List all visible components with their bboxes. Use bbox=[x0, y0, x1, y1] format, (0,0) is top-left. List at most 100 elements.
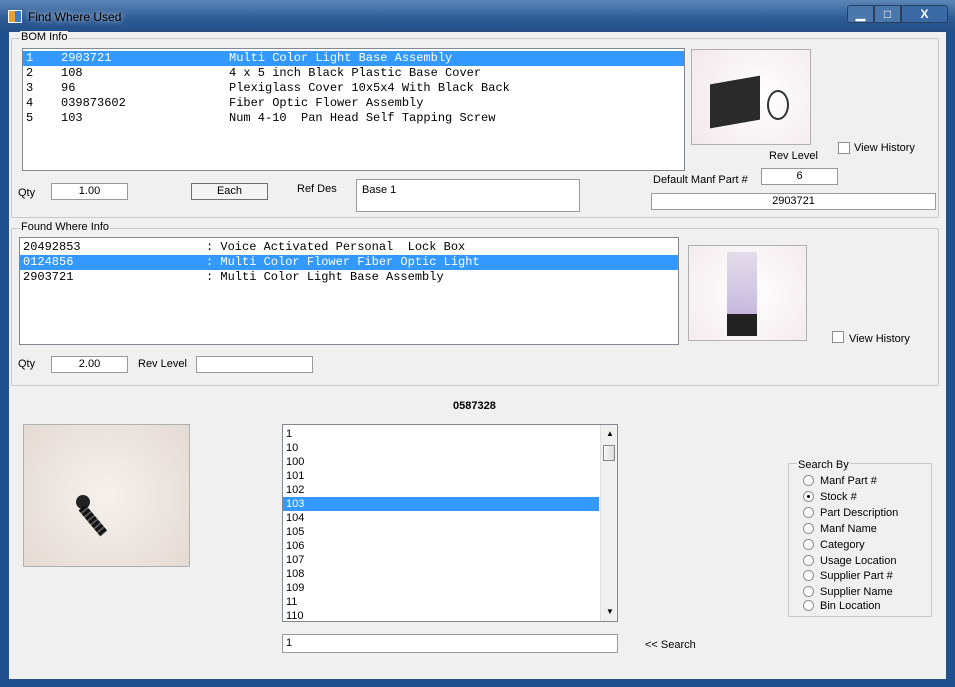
bom-list[interactable]: 1 2903721 Multi Color Light Base Assembly 2… bbox=[22, 48, 685, 171]
bom-cell-n: 1 bbox=[26, 51, 34, 65]
found-where-list[interactable]: 20492853 : Voice Activated Personal Lock … bbox=[19, 237, 679, 345]
search-by-option-label[interactable]: Manf Name bbox=[820, 523, 877, 535]
search-by-radio[interactable] bbox=[803, 507, 814, 518]
found-rev-label: Rev Level bbox=[138, 358, 187, 370]
stock-list-item[interactable]: 100 bbox=[283, 455, 599, 469]
found-row[interactable]: 2903721 : Multi Color Light Base Assembly bbox=[20, 270, 678, 285]
app-icon bbox=[8, 10, 22, 23]
search-by-label: Search By bbox=[797, 459, 850, 471]
search-by-radio[interactable] bbox=[803, 586, 814, 597]
search-by-option-label[interactable]: Bin Location bbox=[820, 600, 881, 612]
stock-list-item[interactable]: 105 bbox=[283, 525, 599, 539]
search-by-radio[interactable] bbox=[803, 523, 814, 534]
stock-list-item[interactable]: 104 bbox=[283, 511, 599, 525]
bom-cell-stock: 103 bbox=[61, 111, 83, 125]
found-cell-desc: : Multi Color Light Base Assembly bbox=[206, 270, 444, 284]
bom-qty-label: Qty bbox=[18, 187, 36, 199]
bom-cell-n: 2 bbox=[26, 66, 34, 80]
stock-list-item[interactable]: 109 bbox=[283, 581, 599, 595]
search-by-radio[interactable] bbox=[803, 491, 814, 502]
search-by-radio[interactable] bbox=[803, 570, 814, 581]
scroll-up-icon[interactable]: ▲ bbox=[606, 429, 614, 438]
stock-list-item[interactable]: 110 bbox=[283, 609, 599, 621]
bom-row[interactable]: 1 2903721 Multi Color Light Base Assembly bbox=[23, 51, 684, 66]
found-qty-label: Qty bbox=[18, 358, 36, 370]
found-view-history-label: View History bbox=[849, 333, 910, 345]
ref-des-field[interactable]: Base 1 bbox=[356, 179, 580, 212]
rev-level-field[interactable]: 6 bbox=[761, 168, 838, 185]
bom-cell-stock: 96 bbox=[61, 81, 76, 95]
bom-cell-n: 5 bbox=[26, 111, 34, 125]
scrollbar[interactable]: ▲ ▼ bbox=[600, 425, 617, 621]
scroll-thumb[interactable] bbox=[603, 445, 615, 461]
bom-view-history-label: View History bbox=[854, 142, 915, 154]
bom-cell-stock: 039873602 bbox=[61, 96, 126, 110]
flower-light-image bbox=[688, 245, 807, 341]
close-button[interactable]: X bbox=[901, 5, 948, 23]
stock-list-item[interactable]: 103 bbox=[283, 497, 599, 511]
bom-cell-n: 3 bbox=[26, 81, 34, 95]
bom-cell-desc: Multi Color Light Base Assembly bbox=[229, 51, 453, 65]
search-input[interactable]: 1 bbox=[282, 634, 618, 653]
bom-cell-stock: 108 bbox=[61, 66, 83, 80]
bom-cell-n: 4 bbox=[26, 96, 34, 110]
scroll-down-icon[interactable]: ▼ bbox=[606, 607, 614, 616]
bom-qty-field[interactable]: 1.00 bbox=[51, 183, 128, 200]
bom-row[interactable]: 5 103 Num 4-10 Pan Head Self Tapping Screw bbox=[23, 111, 684, 126]
ref-des-label: Ref Des bbox=[297, 183, 337, 195]
found-row[interactable]: 20492853 : Voice Activated Personal Lock … bbox=[20, 240, 678, 255]
search-by-radio[interactable] bbox=[803, 555, 814, 566]
found-cell-stock: 2903721 bbox=[23, 270, 74, 284]
search-by-option-label[interactable]: Part Description bbox=[820, 507, 898, 519]
stock-list-item[interactable]: 11 bbox=[283, 595, 599, 609]
stock-list-item[interactable]: 10 bbox=[283, 441, 599, 455]
search-by-option-label[interactable]: Manf Part # bbox=[820, 475, 877, 487]
unit-each-button[interactable]: Each bbox=[191, 183, 268, 200]
stock-number-list[interactable]: 1 10 100 101 102 103 104 105 106 107 108 109 11 110 ▲… bbox=[282, 424, 618, 622]
search-by-radio[interactable] bbox=[803, 475, 814, 486]
maximize-button[interactable]: □ bbox=[874, 5, 901, 23]
stock-list-item[interactable]: 107 bbox=[283, 553, 599, 567]
stock-list-item[interactable]: 1 bbox=[283, 427, 599, 441]
stock-list-item[interactable]: 101 bbox=[283, 469, 599, 483]
found-cell-desc: : Voice Activated Personal Lock Box bbox=[206, 240, 466, 254]
default-manf-label: Default Manf Part # bbox=[653, 174, 748, 186]
search-by-radio[interactable] bbox=[803, 539, 814, 550]
screw-image bbox=[23, 424, 190, 567]
base-assembly-image bbox=[691, 49, 811, 145]
rev-level-label: Rev Level bbox=[769, 150, 818, 162]
search-by-option-label[interactable]: Stock # bbox=[820, 491, 857, 503]
bom-cell-desc: Num 4-10 Pan Head Self Tapping Screw bbox=[229, 111, 496, 125]
default-manf-field[interactable]: 2903721 bbox=[651, 193, 936, 210]
bom-cell-desc: 4 x 5 inch Black Plastic Base Cover bbox=[229, 66, 482, 80]
search-button[interactable]: << Search bbox=[645, 639, 696, 651]
window-title: Find Where Used bbox=[28, 10, 122, 24]
bom-cell-desc: Fiber Optic Flower Assembly bbox=[229, 96, 424, 110]
found-qty-field[interactable]: 2.00 bbox=[51, 356, 128, 373]
search-by-option-label[interactable]: Category bbox=[820, 539, 865, 551]
found-cell-stock: 0124856 bbox=[23, 255, 74, 269]
search-by-radio[interactable] bbox=[803, 600, 814, 611]
search-by-option-label[interactable]: Usage Location bbox=[820, 555, 896, 567]
part-number-title: 0587328 bbox=[453, 400, 496, 412]
found-cell-stock: 20492853 bbox=[23, 240, 81, 254]
search-by-option-label[interactable]: Supplier Name bbox=[820, 586, 893, 598]
bom-info-label: BOM Info bbox=[20, 31, 69, 43]
bom-row[interactable]: 3 96 Plexiglass Cover 10x5x4 With Black Ba… bbox=[23, 81, 684, 96]
bom-cell-stock: 2903721 bbox=[61, 51, 112, 65]
found-view-history-checkbox[interactable] bbox=[832, 331, 844, 343]
title-bar: Find Where Used ▁ □ X bbox=[0, 0, 955, 32]
found-cell-desc: : Multi Color Flower Fiber Optic Light bbox=[206, 255, 480, 269]
search-by-option-label[interactable]: Supplier Part # bbox=[820, 570, 893, 582]
bom-row[interactable]: 2 108 4 x 5 inch Black Plastic Base Cover bbox=[23, 66, 684, 81]
stock-list-item[interactable]: 102 bbox=[283, 483, 599, 497]
bom-view-history-checkbox[interactable] bbox=[838, 142, 850, 154]
found-rev-field[interactable] bbox=[196, 356, 313, 373]
bom-cell-desc: Plexiglass Cover 10x5x4 With Black Back bbox=[229, 81, 510, 95]
found-row[interactable]: 0124856 : Multi Color Flower Fiber Optic … bbox=[20, 255, 678, 270]
stock-list-item[interactable]: 108 bbox=[283, 567, 599, 581]
minimize-button[interactable]: ▁ bbox=[847, 5, 874, 23]
found-where-label: Found Where Info bbox=[20, 221, 111, 233]
stock-list-item[interactable]: 106 bbox=[283, 539, 599, 553]
bom-row[interactable]: 4 039873602 Fiber Optic Flower Assembly bbox=[23, 96, 684, 111]
